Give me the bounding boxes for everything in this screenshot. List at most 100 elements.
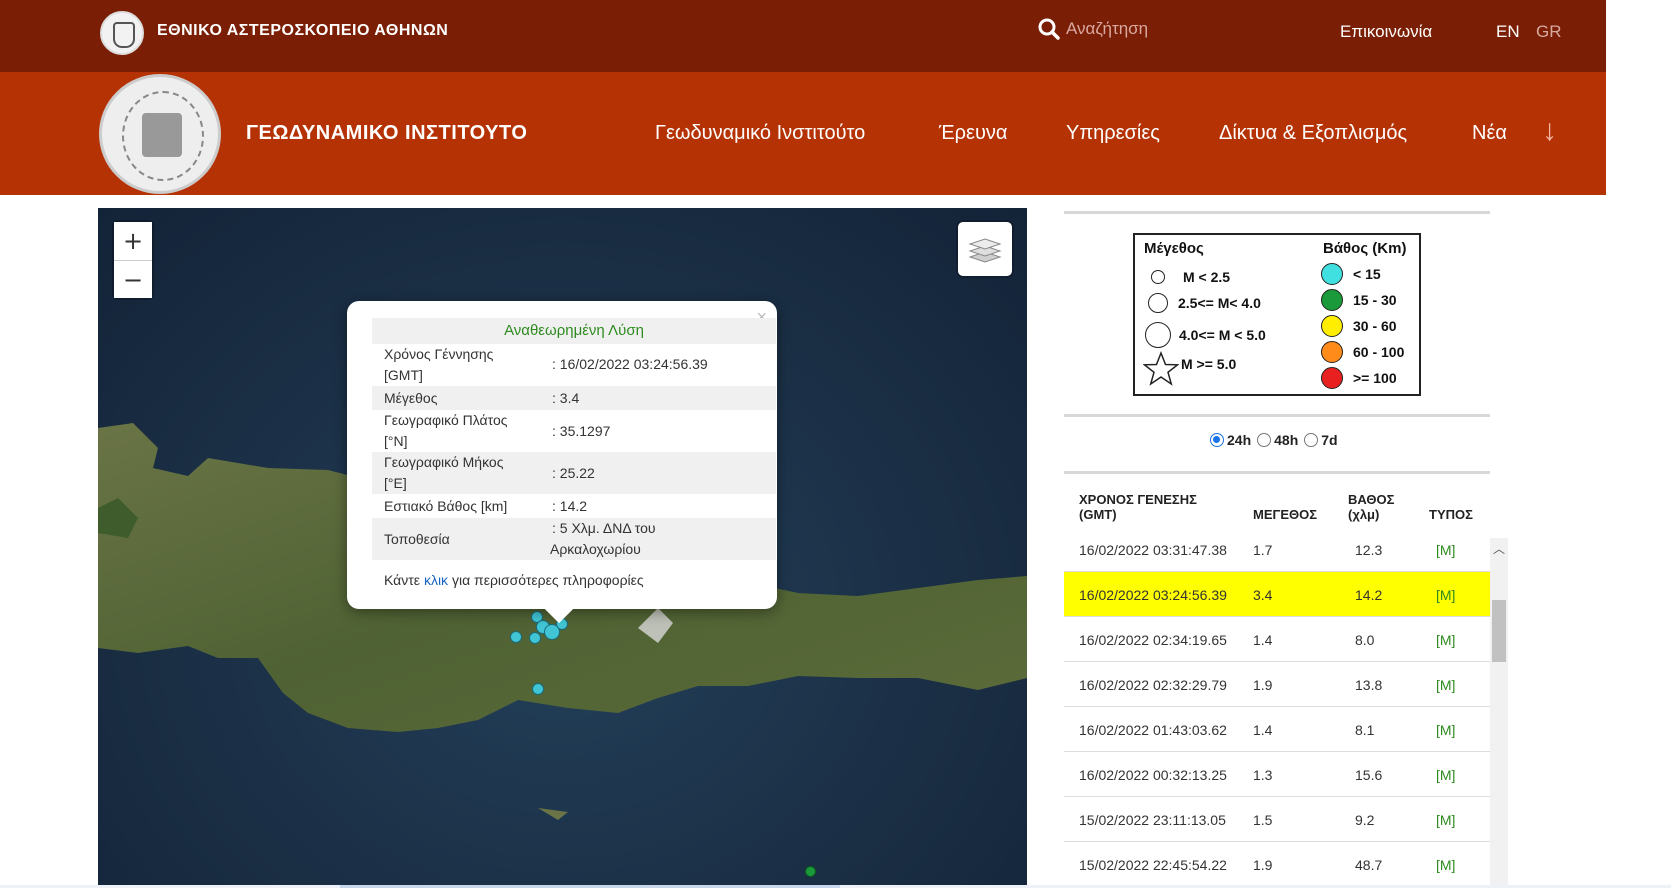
popup-row-magnitude: Μέγεθος : 3.4 — [372, 386, 776, 410]
popup-label: [°E] — [384, 475, 407, 491]
medium-circle-icon — [1148, 293, 1168, 313]
depth-color-swatch — [1321, 367, 1343, 389]
down-arrow-icon[interactable]: ↓ — [1542, 114, 1557, 148]
popup-value: : 14.2 — [552, 498, 588, 514]
small-circle-icon — [1151, 270, 1165, 284]
legend-depth-item: >= 100 — [1321, 367, 1397, 389]
type-link[interactable]: [M] — [1436, 632, 1455, 648]
legend: Μέγεθος Βάθος (Km) Μ < 2.5 2.5<= Μ< 4.0 … — [1133, 233, 1421, 396]
scroll-thumb[interactable] — [1492, 600, 1506, 662]
popup-row-depth: Εστιακό Βάθος [km] : 14.2 — [372, 494, 776, 518]
table-header: ΧΡΟΝΟΣ ΓΕΝΕΣΗΣ (GMT) ΜΕΓΕΘΟΣ ΒΑΘΟΣ (χλμ)… — [1064, 490, 1490, 538]
type-link[interactable]: [M] — [1436, 767, 1455, 783]
table-row[interactable]: 15/02/2022 22:45:54.22 1.9 48.7 [M] — [1064, 842, 1490, 887]
radio-24h[interactable] — [1210, 433, 1224, 447]
legend-mag-item: Μ < 2.5 — [1151, 269, 1230, 285]
popup-row-time: Χρόνος Γέννησης [GMT] : 16/02/2022 03:24… — [372, 344, 776, 386]
observatory-name[interactable]: ΕΘΝΙΚΟ ΑΣΤΕΡΟΣΚΟΠΕΙΟ ΑΘΗΝΩΝ — [157, 22, 448, 40]
depth-color-swatch — [1321, 341, 1343, 363]
table-row[interactable]: 16/02/2022 02:32:29.79 1.9 13.8 [M] — [1064, 662, 1490, 707]
top-bar: ΕΘΝΙΚΟ ΑΣΤΕΡΟΣΚΟΠΕΙΟ ΑΘΗΝΩΝ Αναζήτηση Επ… — [0, 0, 1606, 72]
main-nav: ΓΕΩΔΥΝΑΜΙΚΟ ΙΝΣΤΙΤΟΥΤΟ Γεωδυναμικό Ινστι… — [0, 72, 1606, 195]
large-circle-icon — [1145, 322, 1171, 348]
type-link[interactable]: [M] — [1436, 587, 1455, 603]
header-depth[interactable]: ΒΑΘΟΣ — [1348, 492, 1394, 507]
popup-value: : 16/02/2022 03:24:56.39 — [552, 356, 708, 372]
legend-mag-item: 4.0<= Μ < 5.0 — [1145, 322, 1266, 348]
zoom-in-button[interactable]: + — [114, 222, 152, 260]
more-prefix: Κάντε — [384, 572, 421, 588]
popup-label: [°N] — [384, 433, 408, 449]
legend-mag-item: Μ >= 5.0 — [1143, 351, 1236, 387]
scroll-up-icon[interactable]: ︿ — [1493, 540, 1505, 557]
layers-button[interactable] — [958, 222, 1012, 276]
popup-label: Χρόνος Γέννησης — [384, 346, 494, 362]
popup-value: : 3.4 — [552, 390, 580, 406]
legend-depth-title: Βάθος (Km) — [1323, 240, 1407, 257]
lang-gr-link[interactable]: GR — [1536, 22, 1562, 42]
table-row[interactable]: 16/02/2022 03:31:47.38 1.7 12.3 [M] — [1064, 538, 1490, 572]
header-type[interactable]: ΤΥΠΟΣ — [1429, 507, 1473, 522]
more-suffix: για περισσότερες πληροφορίες — [451, 572, 644, 588]
table-scrollbar[interactable]: ︿ — [1490, 538, 1508, 888]
table-row[interactable]: 16/02/2022 01:43:03.62 1.4 8.1 [M] — [1064, 707, 1490, 752]
header-magnitude[interactable]: ΜΕΓΕΘΟΣ — [1253, 507, 1317, 522]
legend-magnitude-title: Μέγεθος — [1144, 240, 1204, 257]
quake-marker[interactable] — [805, 866, 816, 877]
type-link[interactable]: [M] — [1436, 722, 1455, 738]
popup-label: Τοποθεσία — [384, 531, 450, 547]
layers-icon — [968, 238, 1002, 263]
period-selector: 24h 48h 7d — [1210, 432, 1344, 448]
quake-popup: × Αναθεωρημένη Λύση Χρόνος Γέννησης [GMT… — [347, 301, 777, 609]
popup-title: Αναθεωρημένη Λύση — [372, 318, 776, 344]
type-link[interactable]: [M] — [1436, 542, 1455, 558]
table-row[interactable]: 15/02/2022 23:11:13.05 1.5 9.2 [M] — [1064, 797, 1490, 842]
popup-value: Αρκαλοχωρίου — [550, 541, 641, 557]
table-row[interactable]: 16/02/2022 00:32:13.25 1.3 15.6 [M] — [1064, 752, 1490, 797]
institute-name[interactable]: ΓΕΩΔΥΝΑΜΙΚΟ ΙΝΣΤΙΤΟΥΤΟ — [246, 122, 527, 145]
header-depth-unit: (χλμ) — [1348, 507, 1380, 522]
popup-value: : 25.22 — [552, 465, 595, 481]
quake-marker[interactable] — [532, 683, 544, 695]
radio-48h[interactable] — [1257, 433, 1272, 447]
nav-item-services[interactable]: Υπηρεσίες — [1066, 122, 1160, 145]
search-placeholder[interactable]: Αναζήτηση — [1066, 19, 1148, 39]
observatory-logo[interactable] — [100, 11, 144, 55]
table-row[interactable]: 16/02/2022 02:34:19.65 1.4 8.0 [M] — [1064, 617, 1490, 662]
nav-item-institute[interactable]: Γεωδυναμικό Ινστιτούτο — [655, 122, 865, 145]
events-table: 16/02/2022 03:31:47.38 1.7 12.3 [M] 16/0… — [1064, 538, 1490, 888]
depth-color-swatch — [1321, 315, 1343, 337]
lang-en-link[interactable]: EN — [1496, 22, 1520, 42]
search-box[interactable]: Αναζήτηση — [1038, 18, 1148, 40]
depth-color-swatch — [1321, 289, 1343, 311]
legend-depth-item: 15 - 30 — [1321, 289, 1397, 311]
more-info-link[interactable]: κλικ — [424, 572, 448, 588]
radio-7d[interactable] — [1304, 433, 1319, 447]
star-icon — [1143, 351, 1179, 386]
quake-marker[interactable] — [544, 624, 560, 640]
popup-row-location: Τοποθεσία : 5 Χλμ. ΔΝΔ του Αρκαλοχωρίου — [372, 518, 776, 560]
popup-more-info: Κάντε κλικ για περισσότερες πληροφορίες — [384, 572, 644, 588]
type-link[interactable]: [M] — [1436, 857, 1455, 873]
zoom-controls: + − — [114, 222, 152, 298]
header-time[interactable]: ΧΡΟΝΟΣ ΓΕΝΕΣΗΣ — [1079, 492, 1197, 507]
popup-label: Γεωγραφικό Πλάτος — [384, 412, 508, 428]
type-link[interactable]: [M] — [1436, 812, 1455, 828]
nav-item-news[interactable]: Νέα — [1472, 122, 1507, 145]
legend-depth-item: < 15 — [1321, 263, 1381, 285]
popup-row-longitude: Γεωγραφικό Μήκος [°E] : 25.22 — [372, 452, 776, 494]
nav-item-research[interactable]: Έρευνα — [939, 122, 1007, 145]
popup-value: : 35.1297 — [552, 423, 611, 439]
search-icon[interactable] — [1038, 18, 1060, 40]
divider — [1064, 414, 1490, 417]
institute-logo[interactable] — [99, 74, 221, 194]
legend-mag-item: 2.5<= Μ< 4.0 — [1148, 293, 1261, 313]
table-row-selected[interactable]: 16/02/2022 03:24:56.39 3.4 14.2 [M] — [1064, 572, 1490, 617]
nav-item-networks[interactable]: Δίκτυα & Εξοπλισμός — [1219, 122, 1407, 145]
quake-marker[interactable] — [529, 632, 541, 644]
popup-label: Μέγεθος — [384, 390, 438, 406]
zoom-out-button[interactable]: − — [114, 260, 152, 298]
contact-link[interactable]: Επικοινωνία — [1340, 22, 1432, 42]
type-link[interactable]: [M] — [1436, 677, 1455, 693]
quake-marker[interactable] — [510, 631, 522, 643]
